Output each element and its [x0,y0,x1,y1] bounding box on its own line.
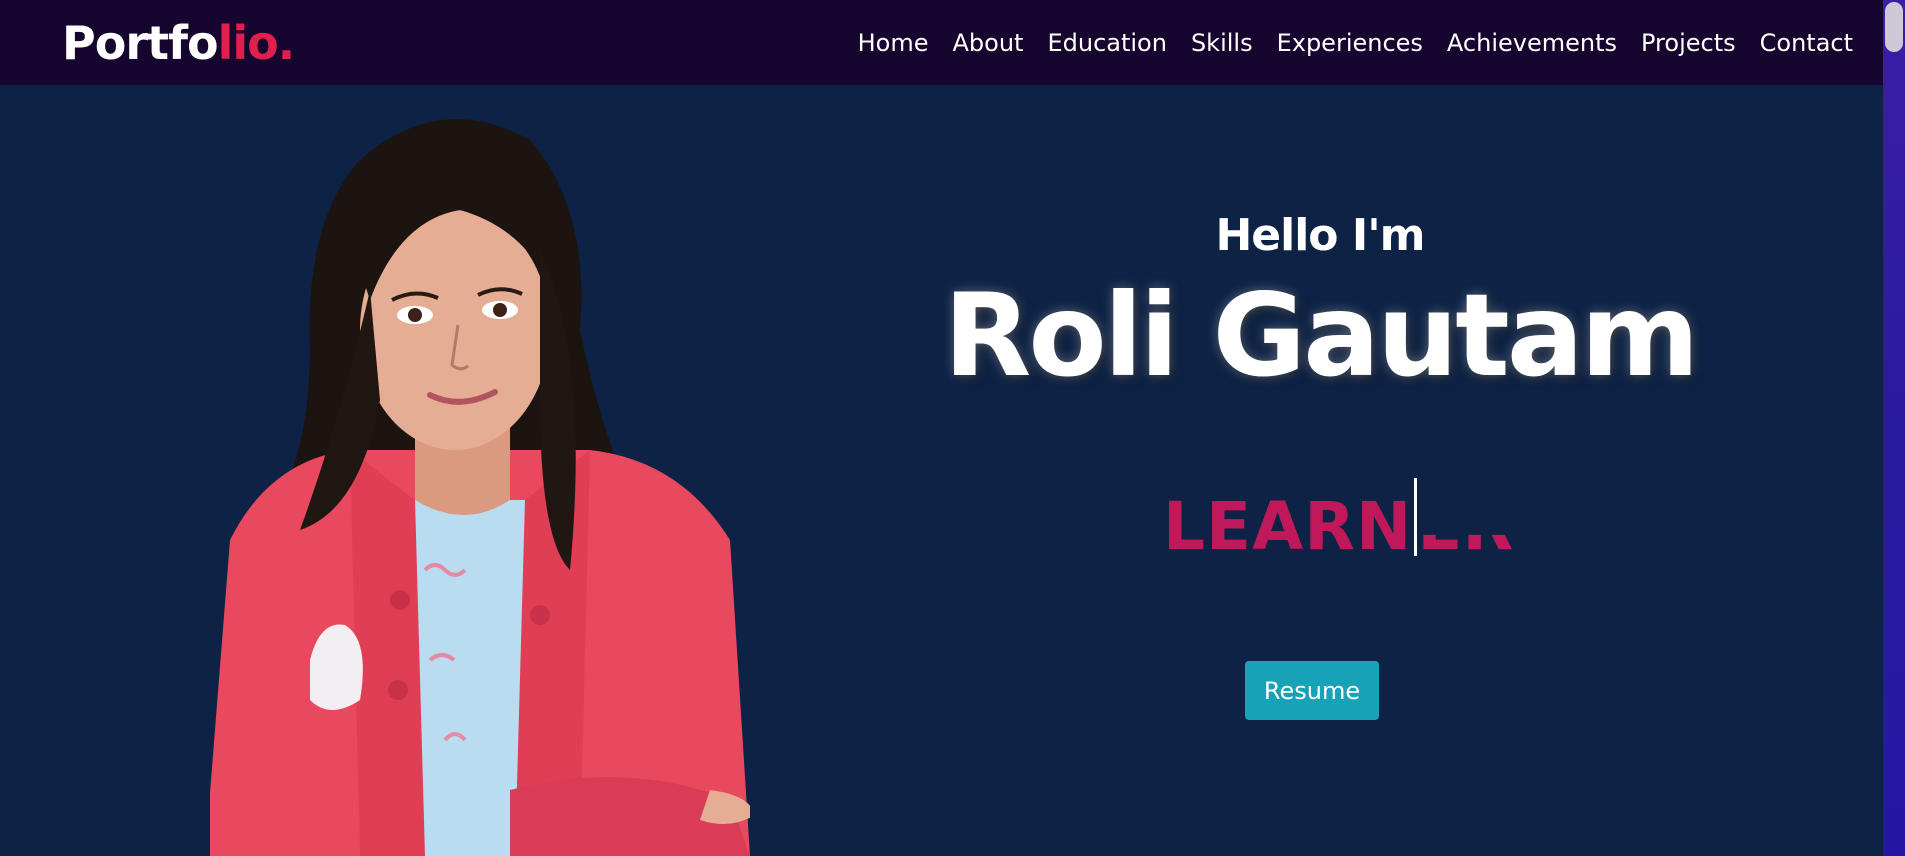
typing-partial-text: ER [1417,488,1514,565]
hero-intro: Hello I'm Roli Gautam [920,210,1720,402]
scrollbar[interactable] [1883,0,1905,856]
scrollbar-thumb[interactable] [1885,2,1903,52]
greeting-text: Hello I'm [1215,210,1425,261]
hero-name: Roli Gautam [943,269,1700,402]
profile-photo [210,119,750,856]
nav-link-home[interactable]: Home [858,29,929,57]
logo[interactable]: Portfolio. [62,20,295,66]
typing-text: LEARN [1163,488,1413,565]
text-cursor [1414,478,1418,556]
typing-animation: LEARN ER [1163,470,1513,560]
resume-button[interactable]: Resume [1245,661,1379,720]
nav-link-experiences[interactable]: Experiences [1277,29,1423,57]
nav-links: Home About Education Skills Experiences … [834,29,1853,57]
nav-link-about[interactable]: About [952,29,1023,57]
nav-link-contact[interactable]: Contact [1760,29,1853,57]
nav-link-skills[interactable]: Skills [1191,29,1253,57]
nav-link-achievements[interactable]: Achievements [1447,29,1617,57]
logo-main: Portfo [62,15,219,70]
navbar: Portfolio. Home About Education Skills E… [0,0,1883,85]
nav-link-projects[interactable]: Projects [1641,29,1736,57]
nav-link-education[interactable]: Education [1047,29,1166,57]
logo-accent: lio. [217,15,296,70]
